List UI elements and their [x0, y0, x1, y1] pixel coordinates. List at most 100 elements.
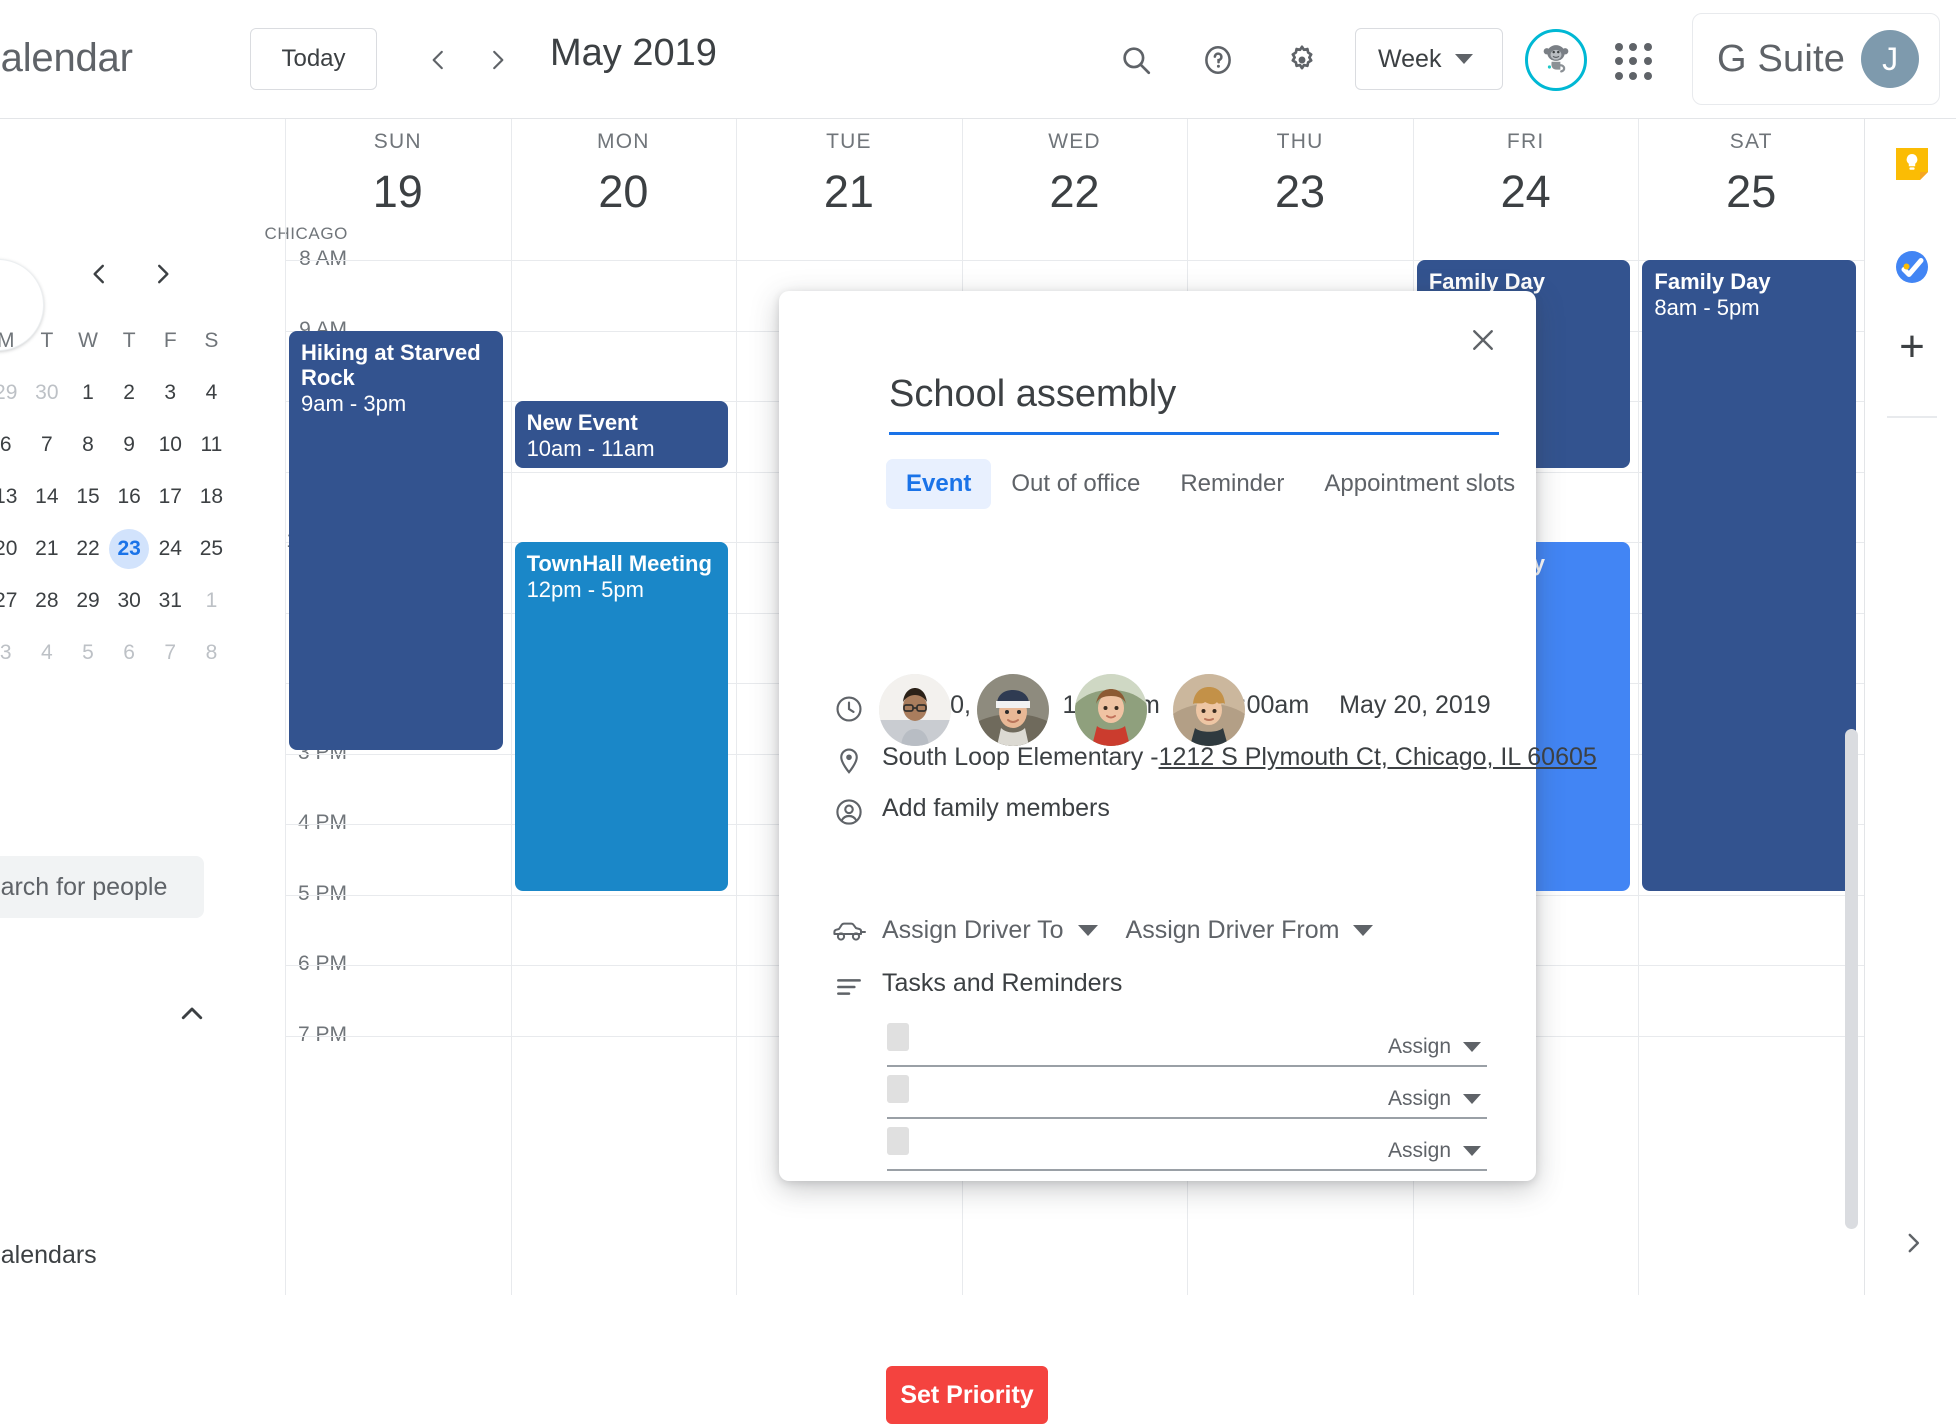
mini-calendar-day[interactable]: 4 [26, 633, 67, 673]
mini-calendar-day[interactable]: 23 [109, 529, 150, 569]
expand-panel-button[interactable] [1893, 1223, 1933, 1263]
task-checkbox[interactable] [887, 1023, 909, 1051]
day-header-number[interactable]: 19 [292, 166, 503, 218]
avatar[interactable] [1173, 674, 1245, 746]
day-header-number[interactable]: 21 [743, 166, 954, 218]
mini-calendar-day[interactable]: 29 [0, 373, 26, 413]
mini-calendar-day[interactable]: 9 [109, 425, 150, 465]
task-checkbox[interactable] [887, 1075, 909, 1103]
gsuite-account-button[interactable]: G Suite J [1692, 13, 1940, 105]
mini-calendar-day[interactable]: 13 [0, 477, 26, 517]
mini-calendar-day[interactable]: 7 [26, 425, 67, 465]
calendar-event[interactable]: New Event 10am - 11am [514, 401, 729, 468]
google-apps-button[interactable] [1612, 40, 1656, 84]
event-end-date[interactable]: May 20, 2019 [1339, 691, 1491, 720]
day-header-mon[interactable]: MON 20 [518, 119, 729, 218]
mini-calendar-day[interactable]: 3 [150, 373, 191, 413]
event-type-tabs[interactable]: Event Out of office Reminder Appointment sl… [886, 459, 1535, 509]
mini-calendar-day[interactable]: 3 [0, 633, 26, 673]
mini-calendar-day[interactable]: 8 [67, 425, 108, 465]
mini-calendar-day[interactable]: 29 [67, 581, 108, 621]
mini-calendar-day[interactable]: 20 [0, 529, 26, 569]
mini-calendar-grid[interactable]: SMTWTFS282930123456789101112131415161718… [0, 321, 232, 673]
event-location-place[interactable]: South Loop Elementary - [882, 743, 1159, 772]
mini-calendar-day[interactable]: 11 [191, 425, 232, 465]
mini-calendar-day[interactable]: 6 [109, 633, 150, 673]
calendar-event[interactable]: TownHall Meeting 12pm - 5pm [514, 542, 729, 891]
day-header-thu[interactable]: THU 23 [1195, 119, 1406, 218]
day-header-sun[interactable]: SUN 19 [292, 119, 503, 218]
mini-calendar-day[interactable]: 31 [150, 581, 191, 621]
set-priority-button[interactable]: Set Priority [886, 1366, 1048, 1424]
tab-appointment-slots[interactable]: Appointment slots [1304, 459, 1535, 509]
mini-calendar-day[interactable]: 1 [191, 581, 232, 621]
task-assign-dropdown[interactable]: Assign [1388, 1087, 1481, 1111]
calendar-event[interactable]: Hiking at Starved Rock 9am - 3pm [289, 330, 503, 750]
day-header-fri[interactable]: FRI 24 [1420, 119, 1631, 218]
mini-calendar-day[interactable]: 30 [109, 581, 150, 621]
task-assign-dropdown[interactable]: Assign [1388, 1139, 1481, 1163]
add-family-members-label[interactable]: Add family members [882, 794, 1110, 823]
mini-calendar-day[interactable]: 18 [191, 477, 232, 517]
assign-driver-from-dropdown[interactable]: Assign Driver From [1126, 916, 1374, 945]
today-button[interactable]: Today [250, 28, 377, 90]
task-row[interactable]: Assign [887, 1061, 1487, 1119]
close-dialog-button[interactable] [1460, 317, 1506, 363]
mini-calendar-day[interactable]: 4 [191, 373, 232, 413]
mini-calendar-day[interactable]: 6 [0, 425, 26, 465]
task-row[interactable]: Assign [887, 1113, 1487, 1171]
avatar[interactable] [977, 674, 1049, 746]
google-keep-button[interactable] [1889, 141, 1935, 187]
day-header-number[interactable]: 24 [1420, 166, 1631, 218]
avatar[interactable] [879, 674, 951, 746]
mini-calendar-day[interactable]: 27 [0, 581, 26, 621]
task-checkbox[interactable] [887, 1127, 909, 1155]
mini-calendar-day[interactable]: 8 [191, 633, 232, 673]
previous-week-button[interactable] [416, 38, 460, 82]
assign-driver-to-dropdown[interactable]: Assign Driver To [882, 916, 1098, 945]
add-addon-button[interactable]: + [1889, 325, 1935, 372]
mini-calendar-day[interactable]: 17 [150, 477, 191, 517]
mini-calendar-day[interactable]: 22 [67, 529, 108, 569]
day-header-number[interactable]: 20 [518, 166, 729, 218]
mini-calendar-day[interactable]: 25 [191, 529, 232, 569]
search-button[interactable] [1110, 34, 1162, 86]
mini-calendar-day[interactable]: 5 [67, 633, 108, 673]
help-button[interactable] [1192, 34, 1244, 86]
task-assign-dropdown[interactable]: Assign [1388, 1035, 1481, 1059]
google-tasks-button[interactable] [1889, 244, 1935, 290]
day-header-number[interactable]: 25 [1646, 166, 1857, 218]
people-search-input[interactable]: Search for people [0, 856, 204, 918]
mini-calendar-day[interactable]: 15 [67, 477, 108, 517]
event-location-address[interactable]: 1212 S Plymouth Ct, Chicago, IL 60605 [1159, 743, 1597, 772]
settings-button[interactable] [1276, 34, 1328, 86]
calendar-event[interactable]: Family Day8am - 5pm [1642, 260, 1856, 891]
my-calendars-collapse-button[interactable] [170, 992, 214, 1036]
mini-calendar-day[interactable]: 24 [150, 529, 191, 569]
mini-calendar-day[interactable]: 30 [26, 373, 67, 413]
mini-calendar-day[interactable]: 28 [26, 581, 67, 621]
tab-out-of-office[interactable]: Out of office [991, 459, 1160, 509]
mini-calendar-day[interactable]: 16 [109, 477, 150, 517]
mini-calendar-day[interactable]: 1 [67, 373, 108, 413]
day-header-number[interactable]: 22 [969, 166, 1180, 218]
tab-event[interactable]: Event [886, 459, 992, 509]
tab-reminder[interactable]: Reminder [1160, 459, 1304, 509]
task-row[interactable]: Assign [887, 1009, 1487, 1067]
avatar[interactable] [1075, 674, 1147, 746]
mini-calendar-prev-button[interactable] [86, 261, 112, 292]
next-week-button[interactable] [476, 38, 520, 82]
view-selector[interactable]: Week [1355, 28, 1503, 90]
calendar-scrollbar[interactable] [1845, 729, 1858, 1229]
monkey-avatar-button[interactable] [1525, 29, 1587, 91]
day-header-sat[interactable]: SAT 25 [1646, 119, 1857, 218]
mini-calendar-day[interactable]: 10 [150, 425, 191, 465]
day-header-number[interactable]: 23 [1195, 166, 1406, 218]
event-title-input[interactable]: School assembly [889, 373, 1499, 435]
mini-calendar-day[interactable]: 7 [150, 633, 191, 673]
mini-calendar-day[interactable]: 21 [26, 529, 67, 569]
day-header-tue[interactable]: TUE 21 [743, 119, 954, 218]
mini-calendar-day[interactable]: 14 [26, 477, 67, 517]
day-header-wed[interactable]: WED 22 [969, 119, 1180, 218]
mini-calendar-next-button[interactable] [150, 261, 176, 292]
